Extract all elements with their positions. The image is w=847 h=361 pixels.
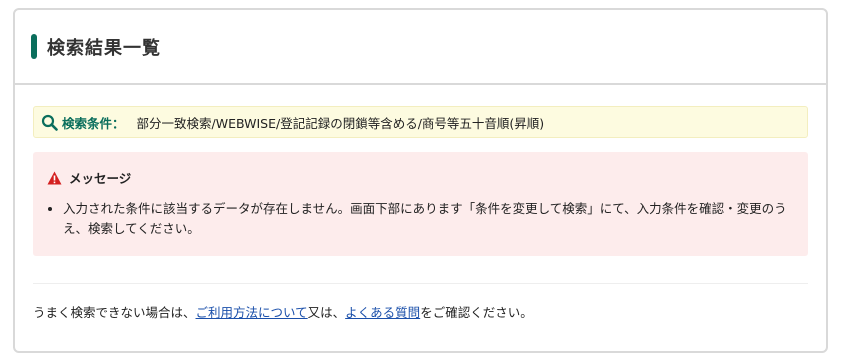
- help-middle: 又は、: [307, 305, 346, 320]
- warning-icon: [47, 171, 62, 184]
- message-heading: メッセージ: [69, 171, 132, 186]
- panel-body: 検索条件： 部分一致検索/WEBWISE/登記記録の閉鎖等含める/商号等五十音順…: [15, 106, 826, 321]
- message-box: メッセージ 入力された条件に該当するデータが存在しません。画面下部にあります「条…: [33, 152, 808, 256]
- divider: [33, 283, 808, 284]
- message-heading-row: メッセージ: [47, 168, 794, 187]
- page-title: 検索結果一覧: [47, 37, 161, 59]
- search-condition-box: 検索条件： 部分一致検索/WEBWISE/登記記録の閉鎖等含める/商号等五十音順…: [33, 106, 808, 138]
- message-list: 入力された条件に該当するデータが存在しません。画面下部にあります「条件を変更して…: [47, 199, 794, 239]
- search-icon: [41, 114, 58, 131]
- help-prefix: うまく検索できない場合は、: [33, 305, 196, 320]
- search-condition-value: 部分一致検索/WEBWISE/登記記録の閉鎖等含める/商号等五十音順(昇順): [136, 115, 545, 131]
- faq-link[interactable]: よくある質問: [345, 305, 420, 320]
- title-accent-bar: [31, 34, 37, 59]
- search-condition-label: 検索条件：: [62, 115, 125, 131]
- message-item: 入力された条件に該当するデータが存在しません。画面下部にあります「条件を変更して…: [63, 199, 794, 239]
- search-results-panel: 検索結果一覧 検索条件： 部分一致検索/WEBWISE/登記記録の閉鎖等含める/…: [13, 8, 828, 353]
- panel-header: 検索結果一覧: [15, 10, 826, 85]
- help-suffix: をご確認ください。: [420, 305, 533, 320]
- usage-guide-link[interactable]: ご利用方法について: [196, 305, 308, 320]
- help-text: うまく検索できない場合は、ご利用方法について又は、よくある質問をご確認ください。: [33, 302, 808, 321]
